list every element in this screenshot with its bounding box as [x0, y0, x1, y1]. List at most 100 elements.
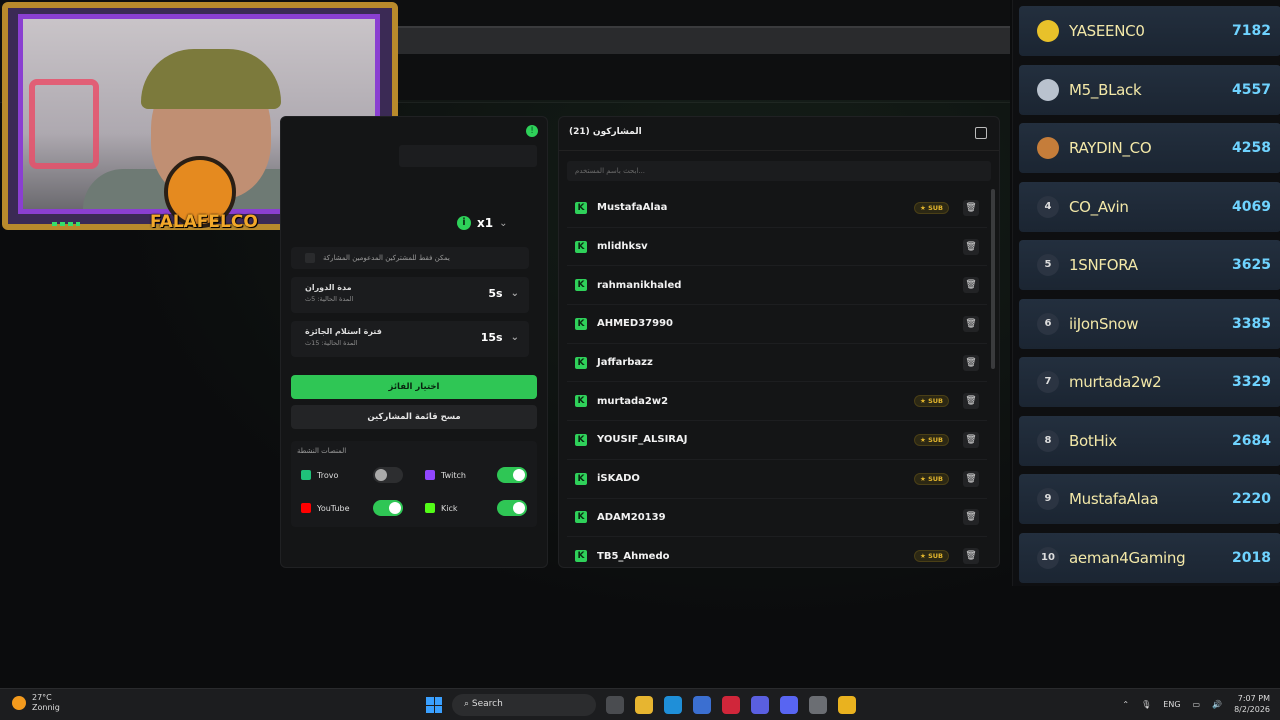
leaderboard-row: 4 CO_Avin 4069	[1019, 181, 1280, 232]
participant-row: K murtada2w2 ★ SUB 🗑	[567, 382, 987, 422]
trovo-toggle[interactable]	[373, 467, 403, 483]
settings-input[interactable]	[399, 145, 537, 167]
leaderboard-name: MustafaAlaa	[1069, 490, 1159, 508]
participant-name: AHMED37990	[597, 318, 673, 330]
youtube-icon	[301, 503, 311, 513]
rank-number: 10	[1037, 546, 1059, 569]
trash-icon[interactable]: 🗑	[963, 354, 979, 371]
twitch-icon	[425, 470, 435, 480]
participant-name: rahmanikhaled	[597, 279, 682, 291]
file-explorer-icon[interactable]	[635, 696, 653, 714]
leaderboard-row: M5_BLack 4557	[1019, 64, 1280, 115]
trash-icon[interactable]: 🗑	[963, 470, 979, 487]
leaderboard-name: RAYDIN_CO	[1069, 139, 1152, 157]
participants-search-input[interactable]: ابحث باسم المستخدم...	[567, 161, 991, 181]
spin-duration-title: مدة الدوران	[305, 283, 352, 292]
trash-icon[interactable]: 🗑	[963, 393, 979, 410]
platform-name: YouTube	[317, 503, 350, 513]
giveaway-settings-panel: ! i x1 ⌄ يمكن فقط للمشتركين المدعومين ال…	[280, 116, 548, 568]
channel-logo: FALAFELCO	[150, 150, 258, 250]
browser-address-bar[interactable]	[395, 26, 1010, 54]
youtube-toggle[interactable]	[373, 500, 403, 516]
leaderboard-name: CO_Avin	[1069, 197, 1129, 216]
trash-icon[interactable]: 🗑	[963, 548, 979, 565]
windows-start-icon[interactable]	[426, 697, 442, 713]
twitch-toggle[interactable]	[497, 467, 527, 483]
streamer-cap	[141, 49, 281, 109]
trash-icon[interactable]: 🗑	[963, 431, 979, 448]
kick-icon: K	[575, 240, 587, 253]
leaderboard-score: 3329	[1232, 374, 1271, 390]
taskbar-search[interactable]: ⌕ Search	[452, 694, 596, 716]
participant-name: murtada2w2	[597, 395, 669, 407]
chevron-up-icon[interactable]: ⌃	[1122, 700, 1129, 709]
copy-icon[interactable]	[975, 127, 987, 139]
participants-scrollbar[interactable]	[991, 189, 995, 369]
leaderboard-name: 1SNFORA	[1069, 256, 1138, 274]
kick-icon: K	[575, 472, 587, 485]
sun-icon	[12, 696, 26, 710]
leaderboard-score: 4069	[1232, 198, 1271, 215]
clock[interactable]: 7:07 PM 8/2/2026	[1234, 693, 1270, 715]
leaderboard-name: aeman4Gaming	[1069, 548, 1186, 567]
participants-header: المشاركون (21)	[559, 117, 999, 151]
media-icon[interactable]	[751, 696, 769, 714]
trash-icon[interactable]: 🗑	[963, 238, 979, 255]
sub-badge: ★ SUB	[913, 395, 949, 408]
microphone-icon[interactable]: 🎙	[1141, 700, 1151, 709]
leaderboard-score: 7182	[1232, 23, 1271, 39]
spin-duration-subtitle: المدة الحالية: 5ث	[305, 295, 354, 303]
kick-icon: K	[575, 511, 587, 524]
only-subs-checkbox[interactable]	[305, 253, 315, 263]
rank-number: 8	[1037, 429, 1059, 452]
kick-toggle[interactable]	[497, 500, 527, 516]
trash-icon[interactable]: 🗑	[963, 199, 979, 216]
participant-row: K ADAM20139 🗑	[567, 499, 987, 538]
store-icon[interactable]	[693, 696, 711, 714]
kick-icon: K	[575, 201, 587, 214]
participants-title: المشاركون (21)	[569, 127, 642, 137]
platform-trovo: Trovo	[295, 463, 409, 487]
leaderboard-score: 4258	[1232, 140, 1271, 156]
only-subs-option[interactable]: يمكن فقط للمشتركين المدعومين المشاركة	[291, 247, 529, 269]
settings-icon[interactable]	[809, 696, 827, 714]
claim-period-select[interactable]: 15s ⌄	[481, 331, 519, 344]
pick-winner-button[interactable]: اختيار الفائز	[291, 375, 537, 399]
kick-icon: K	[575, 279, 587, 292]
participants-panel: المشاركون (21) ابحث باسم المستخدم... K M…	[558, 116, 1000, 568]
spin-duration-select[interactable]: 5s ⌄	[488, 287, 519, 300]
multiplier-select[interactable]: i x1 ⌄	[457, 211, 537, 235]
trash-icon[interactable]: 🗑	[963, 509, 979, 526]
chrome-icon[interactable]	[838, 696, 856, 714]
discord-icon[interactable]	[780, 696, 798, 714]
logo-text: FALAFELCO	[150, 212, 258, 232]
volume-icon[interactable]: 🔊	[1212, 700, 1222, 709]
participant-name: iSKADO	[597, 473, 640, 485]
trash-icon[interactable]: 🗑	[963, 315, 979, 332]
participant-name: TB5_Ahmedo	[597, 550, 670, 562]
kick-icon: K	[575, 317, 587, 330]
kick-icon	[425, 503, 435, 513]
rank-medal-icon	[1037, 78, 1059, 101]
participant-row: K MustafaAlaa ★ SUB 🗑	[567, 189, 987, 228]
leaderboard-name: M5_BLack	[1069, 80, 1142, 99]
claim-period-value: 15s	[480, 331, 503, 344]
trash-icon[interactable]: 🗑	[963, 277, 979, 294]
weather-widget[interactable]: 27°C Zonnig	[12, 693, 60, 713]
network-icon[interactable]: ▭	[1193, 700, 1201, 709]
rank-number: 6	[1037, 312, 1059, 335]
temperature: 27°C	[32, 693, 52, 702]
participant-row: K AHMED37990 🗑	[567, 305, 987, 344]
leaderboard-score: 2684	[1232, 432, 1271, 449]
neon-light	[29, 79, 99, 169]
leaderboard-score: 2220	[1232, 491, 1271, 507]
clear-participants-button[interactable]: مسح قائمة المشاركين	[291, 405, 537, 429]
language-indicator[interactable]: ENG	[1163, 700, 1180, 709]
leaderboard-row: 10 aeman4Gaming 2018	[1019, 532, 1280, 583]
task-view-icon[interactable]	[606, 696, 624, 714]
kick-icon: K	[575, 433, 587, 446]
kick-icon: K	[575, 395, 587, 408]
participant-name: Jaffarbazz	[597, 357, 653, 369]
edge-icon[interactable]	[664, 696, 682, 714]
opera-icon[interactable]	[722, 696, 740, 714]
